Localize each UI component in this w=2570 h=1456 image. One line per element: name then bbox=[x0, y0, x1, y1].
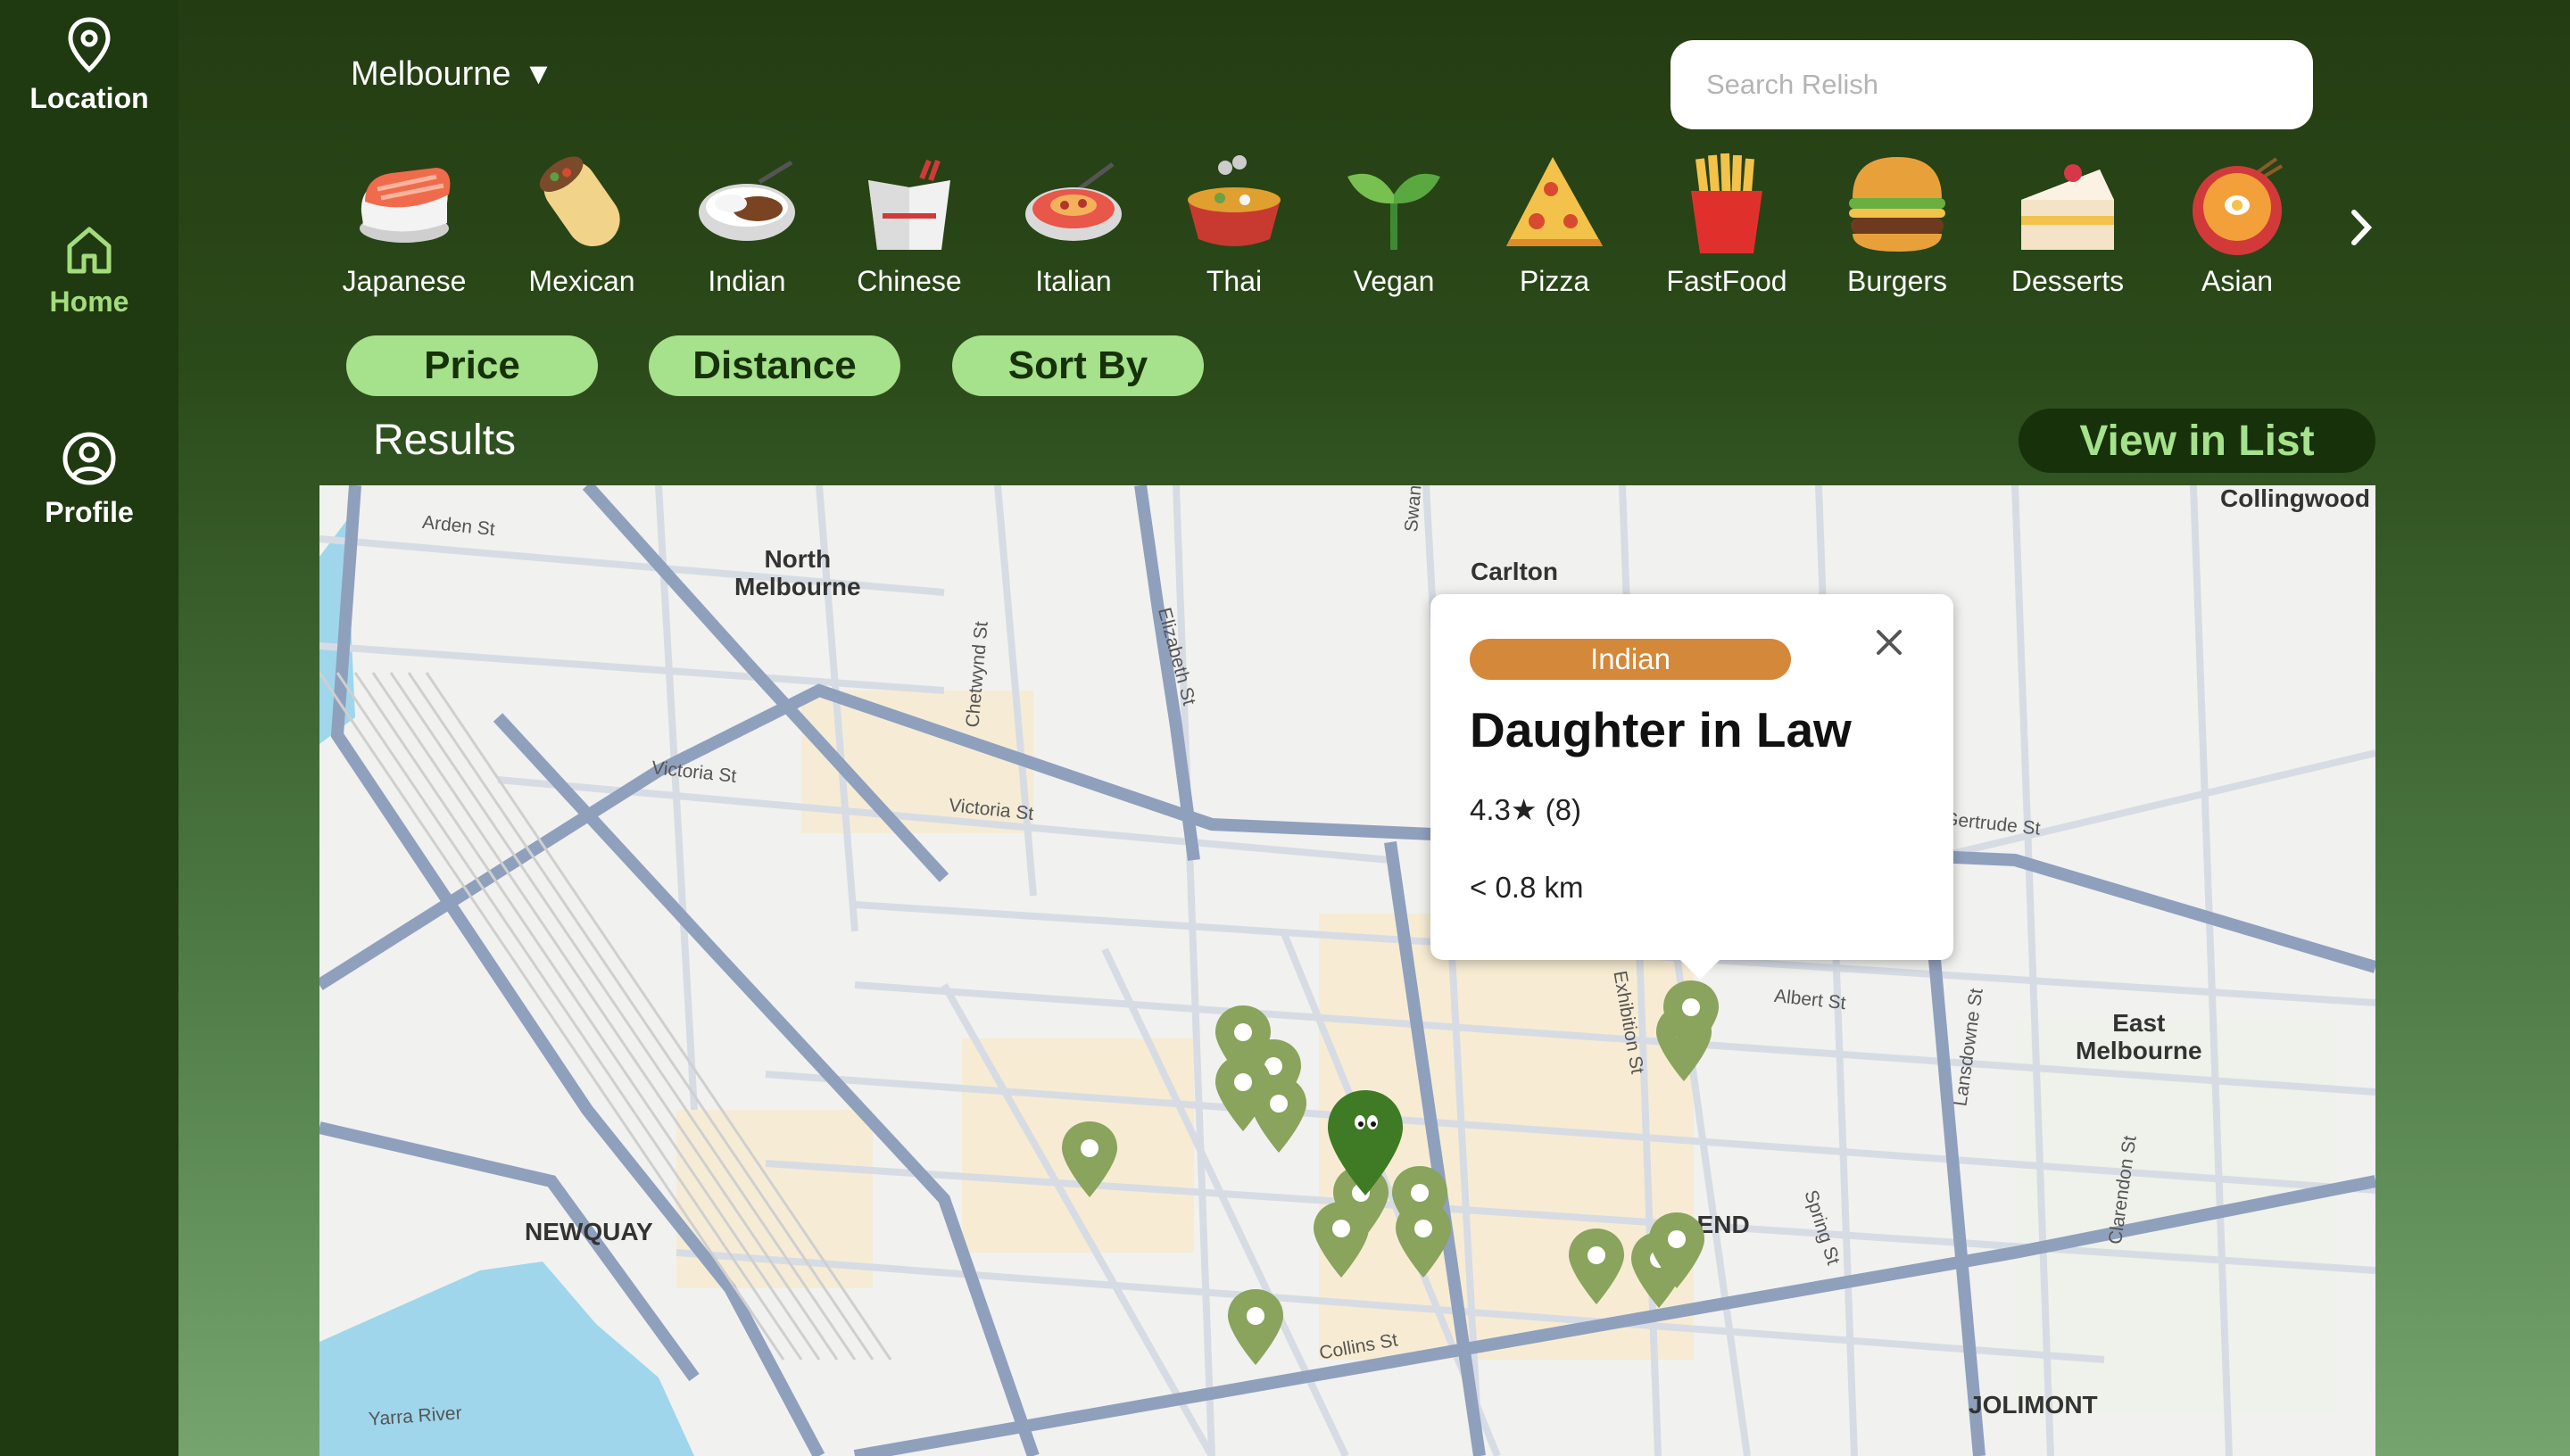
map-area-label: NEWQUAY bbox=[525, 1218, 653, 1245]
map-area-label: JOLIMONT bbox=[1969, 1391, 2098, 1419]
category-fastfood[interactable]: FastFood bbox=[1651, 150, 1803, 298]
map-view[interactable]: North Melbourne Carlton Collingwood East M… bbox=[319, 485, 2375, 1456]
close-icon[interactable] bbox=[1868, 621, 1911, 664]
price-filter-button[interactable]: Price bbox=[346, 335, 598, 396]
category-label: Thai bbox=[1206, 265, 1263, 297]
search-input[interactable] bbox=[1670, 40, 2313, 129]
category-label: Chinese bbox=[857, 265, 962, 297]
hotpot-icon bbox=[1188, 155, 1281, 246]
map-area-label: Collingwood bbox=[2220, 485, 2370, 512]
view-in-list-button[interactable]: View in List bbox=[2019, 409, 2375, 473]
pizza-icon bbox=[1506, 157, 1603, 246]
restaurant-marker[interactable] bbox=[1310, 1199, 1372, 1279]
seedling-icon bbox=[1347, 173, 1440, 250]
burger-icon bbox=[1849, 157, 1945, 252]
chevron-right-icon[interactable] bbox=[2345, 205, 2377, 250]
curry-icon bbox=[699, 160, 795, 241]
map-area-label: East Melbourne bbox=[2076, 1009, 2202, 1064]
distance-filter-button[interactable]: Distance bbox=[649, 335, 900, 396]
restaurant-marker[interactable] bbox=[1660, 978, 1722, 1058]
sidebar-item-home[interactable]: Home bbox=[0, 223, 178, 318]
fries-icon bbox=[1691, 153, 1762, 253]
sidebar-item-label: Home bbox=[49, 285, 129, 318]
category-label: Vegan bbox=[1353, 265, 1435, 297]
restaurant-distance: < 0.8 km bbox=[1470, 871, 1584, 904]
category-label: Japanese bbox=[342, 265, 467, 297]
category-thai[interactable]: Thai bbox=[1158, 150, 1310, 298]
cake-icon bbox=[2021, 164, 2114, 250]
restaurant-marker[interactable] bbox=[1248, 1074, 1310, 1154]
restaurant-name[interactable]: Daughter in Law bbox=[1470, 701, 1852, 758]
burrito-icon bbox=[539, 156, 620, 247]
restaurant-marker[interactable] bbox=[1224, 1286, 1287, 1367]
takeout-box-icon bbox=[868, 159, 950, 250]
category-label: Indian bbox=[708, 265, 786, 297]
ramen-icon bbox=[2193, 157, 2284, 255]
category-desserts[interactable]: Desserts bbox=[1992, 150, 2143, 298]
selected-restaurant-marker[interactable] bbox=[1324, 1087, 1406, 1199]
category-italian[interactable]: Italian bbox=[998, 150, 1149, 298]
category-label: Pizza bbox=[1519, 265, 1590, 297]
cuisine-tag: Indian bbox=[1470, 639, 1791, 680]
city-selector[interactable]: Melbourne ▼ bbox=[351, 55, 553, 94]
category-label: FastFood bbox=[1666, 265, 1787, 297]
category-label: Mexican bbox=[528, 265, 635, 297]
category-japanese[interactable]: Japanese bbox=[328, 150, 480, 298]
category-asian[interactable]: Asian bbox=[2161, 150, 2313, 298]
location-pin-icon bbox=[68, 17, 111, 73]
category-indian[interactable]: Indian bbox=[671, 150, 823, 298]
map-area-label: North Melbourne bbox=[734, 545, 861, 600]
dropdown-caret-icon: ▼ bbox=[523, 57, 554, 91]
sidebar-item-label: Profile bbox=[45, 496, 134, 528]
category-label: Italian bbox=[1035, 265, 1112, 297]
home-icon bbox=[67, 227, 112, 274]
restaurant-marker[interactable] bbox=[1392, 1199, 1455, 1279]
category-mexican[interactable]: Mexican bbox=[506, 150, 658, 298]
restaurant-marker[interactable] bbox=[1565, 1226, 1628, 1306]
sushi-icon bbox=[360, 168, 451, 243]
sidebar: Location Home Profile bbox=[0, 0, 178, 1456]
restaurant-popup[interactable]: Indian Daughter in Law 4.3★ (8) < 0.8 km bbox=[1430, 594, 1953, 980]
results-heading: Results bbox=[373, 417, 517, 464]
sidebar-item-profile[interactable]: Profile bbox=[0, 430, 178, 529]
map-base bbox=[319, 485, 2375, 1456]
sidebar-item-location[interactable]: Location bbox=[0, 16, 178, 115]
category-label: Asian bbox=[2201, 265, 2274, 297]
restaurant-marker[interactable] bbox=[1646, 1210, 1708, 1290]
street-label: Swan bbox=[1401, 485, 1426, 534]
sidebar-item-label: Location bbox=[29, 82, 149, 114]
restaurant-rating: 4.3★ (8) bbox=[1470, 793, 1581, 826]
category-label: Desserts bbox=[2010, 265, 2125, 297]
category-burgers[interactable]: Burgers bbox=[1821, 150, 1973, 298]
category-label: Burgers bbox=[1846, 265, 1948, 297]
profile-icon bbox=[62, 432, 116, 485]
category-pizza[interactable]: Pizza bbox=[1479, 150, 1630, 298]
restaurant-marker[interactable] bbox=[1058, 1119, 1121, 1199]
spaghetti-icon bbox=[1025, 161, 1122, 241]
category-vegan[interactable]: Vegan bbox=[1318, 150, 1470, 298]
city-name: Melbourne bbox=[351, 55, 511, 93]
sort-by-button[interactable]: Sort By bbox=[952, 335, 1204, 396]
map-area-label: Carlton bbox=[1471, 558, 1558, 585]
category-chinese[interactable]: Chinese bbox=[833, 150, 985, 298]
